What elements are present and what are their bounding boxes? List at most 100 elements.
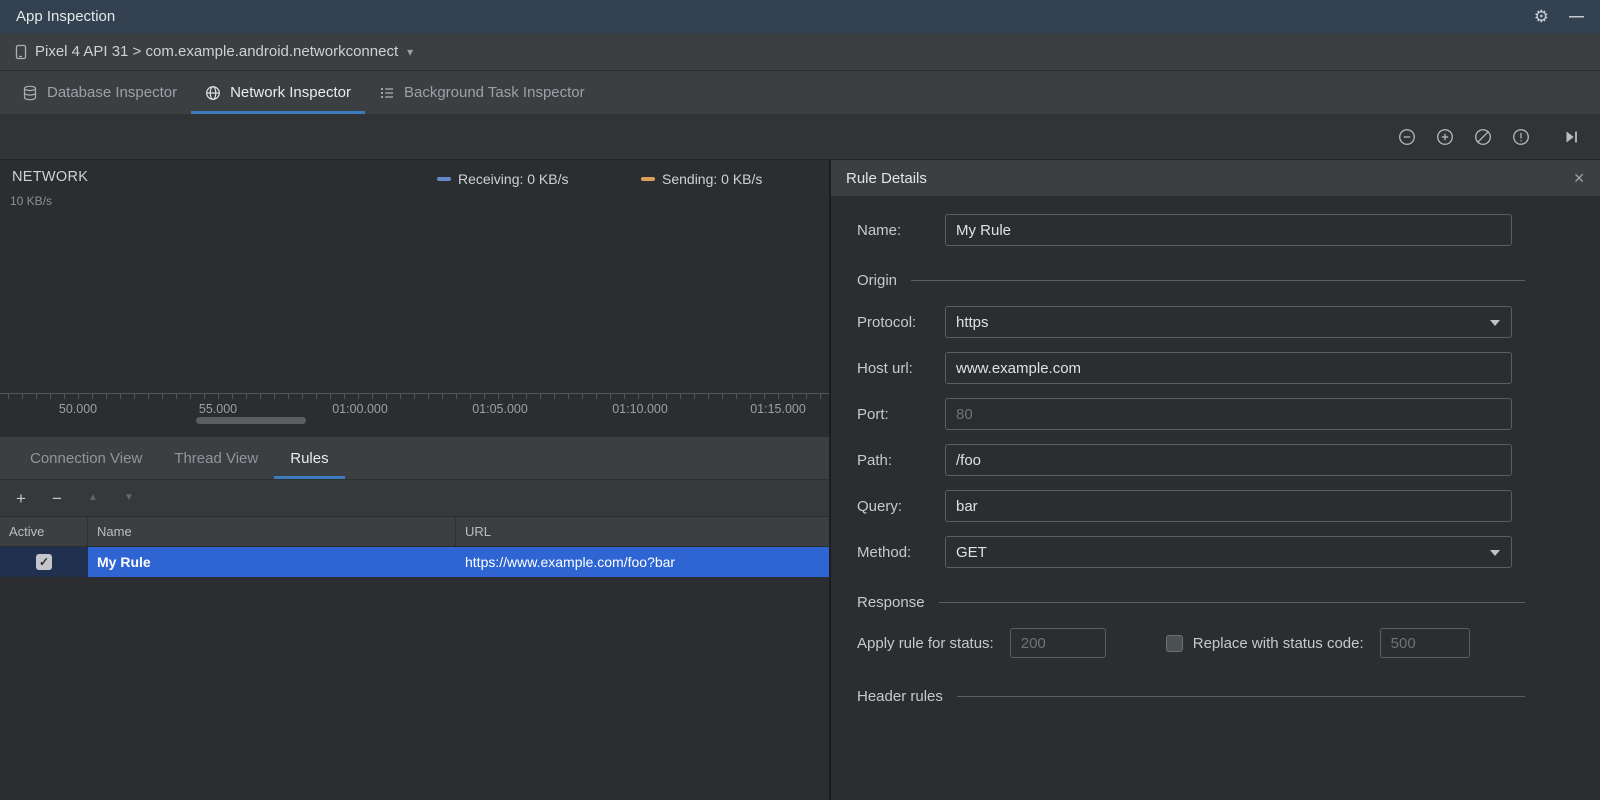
column-header-active: Active	[0, 517, 88, 546]
method-row: Method: GET	[857, 536, 1512, 568]
network-panel: NETWORK 10 KB/s Receiving: 0 KB/s Sendin…	[0, 160, 831, 800]
tab-connection-view[interactable]: Connection View	[14, 437, 158, 479]
tab-thread-view[interactable]: Thread View	[158, 437, 274, 479]
time-tick-label: 01:10.000	[612, 402, 668, 416]
tab-label: Thread View	[174, 449, 259, 467]
chevron-down-icon: ▾	[407, 44, 414, 59]
query-row: Query:	[857, 490, 1512, 522]
zoom-out-button[interactable]	[1396, 126, 1418, 148]
protocol-value: https	[956, 313, 989, 331]
port-row: Port:	[857, 398, 1512, 430]
zoom-in-button[interactable]	[1434, 126, 1456, 148]
close-icon[interactable]: ✕	[1573, 171, 1585, 185]
path-row: Path:	[857, 444, 1512, 476]
task-list-icon	[380, 87, 393, 98]
tab-label: Network Inspector	[230, 84, 351, 101]
zoom-to-selection-button[interactable]	[1510, 126, 1532, 148]
rule-url-cell: https://www.example.com/foo?bar	[465, 554, 676, 570]
name-input[interactable]	[945, 214, 1512, 246]
time-tick-label: 01:00.000	[332, 402, 388, 416]
skip-to-end-icon	[1566, 131, 1577, 143]
rules-table-empty-area	[0, 577, 829, 800]
reset-zoom-button[interactable]	[1472, 126, 1494, 148]
rule-details-title: Rule Details	[846, 169, 927, 187]
origin-section-header: Origin	[857, 272, 1525, 289]
replace-status-checkbox[interactable]	[1165, 634, 1183, 652]
method-value: GET	[956, 543, 987, 561]
jump-to-live-button[interactable]	[1560, 126, 1582, 148]
path-input[interactable]	[945, 444, 1512, 476]
device-process-selector[interactable]: Pixel 4 API 31 > com.example.android.net…	[0, 33, 1600, 71]
legend-receiving: Receiving: 0 KB/s	[437, 171, 569, 187]
main-content: NETWORK 10 KB/s Receiving: 0 KB/s Sendin…	[0, 160, 1600, 800]
inspector-tab-bar: Database Inspector Network Inspector Bac…	[0, 71, 1600, 115]
rule-details-header: Rule Details ✕	[831, 160, 1600, 197]
port-input[interactable]	[945, 398, 1512, 430]
rules-toolbar: + − ▲ ▼	[0, 480, 829, 517]
path-label: Path:	[857, 451, 893, 469]
column-header-name: Name	[88, 517, 456, 546]
name-label: Name:	[857, 221, 902, 239]
network-timeline-chart: NETWORK 10 KB/s Receiving: 0 KB/s Sendin…	[0, 160, 829, 437]
check-icon: ✓	[38, 555, 50, 569]
view-tab-bar: Connection View Thread View Rules	[0, 437, 829, 480]
apply-rule-status-label: Apply rule for status:	[857, 634, 994, 652]
header-rules-section-title: Header rules	[857, 688, 943, 705]
move-rule-up-button[interactable]: ▲	[86, 493, 100, 503]
name-row: Name:	[857, 214, 1512, 246]
column-header-url: URL	[465, 524, 492, 539]
host-input[interactable]	[945, 352, 1512, 384]
tab-label: Rules	[290, 449, 329, 467]
window-title-bar: App Inspection ⚙ —	[0, 0, 1600, 33]
method-select[interactable]: GET	[945, 536, 1512, 568]
query-input[interactable]	[945, 490, 1512, 522]
database-icon	[23, 85, 37, 100]
response-section-title: Response	[857, 594, 925, 611]
legend-sending-label: Sending: 0 KB/s	[662, 171, 763, 187]
tab-label: Connection View	[30, 449, 143, 467]
remove-rule-button[interactable]: −	[50, 490, 64, 507]
settings-gear-icon[interactable]: ⚙	[1534, 8, 1549, 25]
time-tick-label: 01:05.000	[472, 402, 528, 416]
tab-rules[interactable]: Rules	[274, 437, 344, 479]
rule-active-checkbox[interactable]: ✓	[36, 554, 52, 570]
query-label: Query:	[857, 497, 903, 515]
chevron-down-icon	[1490, 320, 1500, 326]
rule-details-form: Name: Origin Protocol: https Host url: P…	[831, 197, 1600, 800]
section-divider	[956, 696, 1525, 697]
time-tick-label: 55.000	[198, 402, 238, 416]
method-label: Method:	[857, 543, 912, 561]
rule-table-row[interactable]: ✓ My Rule https://www.example.com/foo?ba…	[0, 547, 829, 577]
add-rule-button[interactable]: +	[14, 490, 28, 507]
apply-status-input[interactable]	[1009, 628, 1106, 658]
time-tick-label: 01:15.000	[750, 402, 806, 416]
time-tick-label: 50.000	[58, 402, 98, 416]
header-rules-section-header: Header rules	[857, 688, 1525, 705]
rules-table-header: Active Name URL	[0, 517, 829, 547]
window-title: App Inspection	[16, 8, 116, 25]
rule-active-cell: ✓	[0, 547, 88, 577]
chart-title: NETWORK	[12, 169, 89, 185]
tab-database-inspector[interactable]: Database Inspector	[8, 71, 191, 114]
zoom-in-icon	[1437, 129, 1453, 145]
tab-network-inspector[interactable]: Network Inspector	[191, 71, 365, 114]
globe-icon	[206, 85, 220, 100]
host-row: Host url:	[857, 352, 1512, 384]
device-process-label: Pixel 4 API 31 > com.example.android.net…	[35, 43, 399, 60]
timeline-scrollbar-thumb[interactable]	[196, 417, 306, 424]
zoom-out-icon	[1399, 129, 1415, 145]
section-divider	[911, 280, 1525, 281]
response-section-header: Response	[857, 594, 1525, 611]
protocol-select[interactable]: https	[945, 306, 1512, 338]
minimize-icon[interactable]: —	[1569, 9, 1584, 24]
replace-status-input[interactable]	[1379, 628, 1470, 658]
tab-background-task-inspector[interactable]: Background Task Inspector	[365, 71, 599, 114]
y-axis-label: 10 KB/s	[10, 194, 53, 208]
move-rule-down-button[interactable]: ▼	[122, 493, 136, 503]
port-label: Port:	[857, 405, 889, 423]
protocol-label: Protocol:	[857, 313, 917, 331]
rule-name-cell: My Rule	[97, 554, 151, 570]
section-divider	[938, 602, 1525, 603]
host-label: Host url:	[857, 359, 913, 377]
reset-zoom-icon	[1475, 129, 1491, 145]
